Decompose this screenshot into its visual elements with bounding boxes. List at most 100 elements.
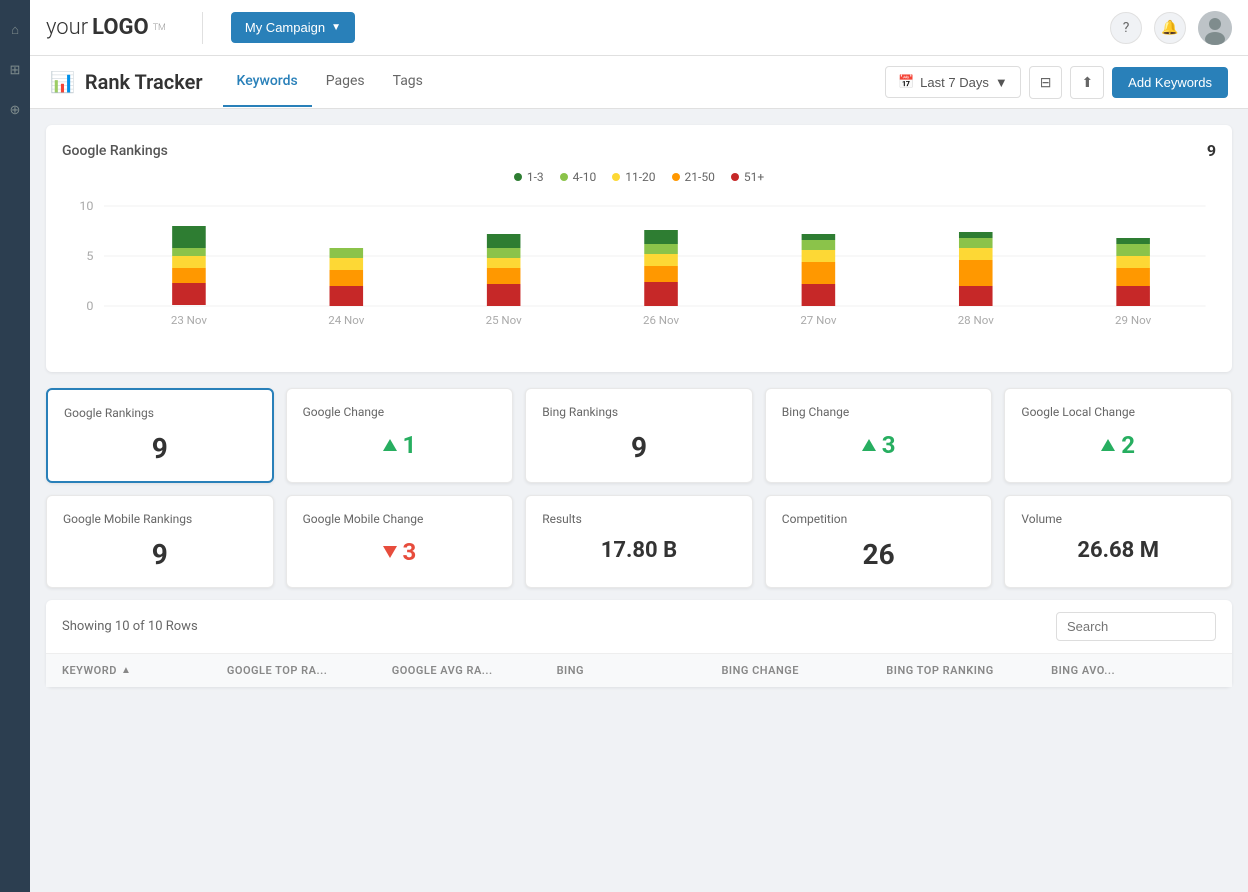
stat-card-google-mobile-change[interactable]: Google Mobile Change 3 bbox=[286, 495, 514, 588]
legend-label-11-20: 11-20 bbox=[625, 170, 655, 184]
col-keyword-label: KEYWORD bbox=[62, 664, 117, 677]
tab-keywords[interactable]: Keywords bbox=[223, 57, 312, 107]
stat-card-google-mobile-rankings[interactable]: Google Mobile Rankings 9 bbox=[46, 495, 274, 588]
logo-bold: LOGO bbox=[92, 15, 149, 40]
inner-content: Google Rankings 9 1-3 4-10 bbox=[30, 109, 1248, 703]
sub-header: 📊 Rank Tracker Keywords Pages Tags 📅 Las… bbox=[30, 56, 1248, 109]
change-value-google-change: 1 bbox=[403, 431, 417, 459]
columns-button[interactable]: ⊟ bbox=[1029, 66, 1063, 99]
bell-icon: 🔔 bbox=[1161, 20, 1178, 36]
stat-label-competition: Competition bbox=[782, 512, 976, 526]
table-columns: KEYWORD ▲ GOOGLE TOP RA... GOOGLE AVG RA… bbox=[46, 653, 1232, 687]
svg-text:23 Nov: 23 Nov bbox=[171, 314, 208, 327]
tab-pages[interactable]: Pages bbox=[312, 57, 379, 107]
stat-card-results[interactable]: Results 17.80 B bbox=[525, 495, 753, 588]
tab-tags[interactable]: Tags bbox=[379, 57, 437, 107]
top-nav: your LOGO TM My Campaign ▼ ? 🔔 bbox=[30, 0, 1248, 56]
legend-51p: 51+ bbox=[731, 170, 764, 184]
logo-tm: TM bbox=[153, 23, 166, 33]
stats-row-2: Google Mobile Rankings 9 Google Mobile C… bbox=[46, 495, 1232, 588]
help-icon[interactable]: ? bbox=[1110, 12, 1142, 44]
arrow-down-icon bbox=[383, 546, 397, 558]
legend-4-10: 4-10 bbox=[560, 170, 597, 184]
change-value-google-local-change: 2 bbox=[1121, 431, 1135, 459]
avatar-image bbox=[1198, 11, 1232, 45]
share-button[interactable]: ⬆ bbox=[1070, 66, 1104, 99]
campaign-dropdown-arrow: ▼ bbox=[331, 22, 341, 33]
content-area: 📊 Rank Tracker Keywords Pages Tags 📅 Las… bbox=[30, 56, 1248, 892]
table-header: Showing 10 of 10 Rows bbox=[46, 600, 1232, 653]
search-icon-bar[interactable]: ⊕ bbox=[0, 90, 30, 130]
stat-value-google-mobile-rankings: 9 bbox=[63, 538, 257, 571]
legend-11-20: 11-20 bbox=[612, 170, 655, 184]
col-google-top-ra[interactable]: GOOGLE TOP RA... bbox=[227, 664, 392, 677]
stat-card-competition[interactable]: Competition 26 bbox=[765, 495, 993, 588]
arrow-up-icon bbox=[383, 439, 397, 451]
svg-text:26 Nov: 26 Nov bbox=[643, 314, 680, 327]
table-row-count: Showing 10 of 10 Rows bbox=[62, 619, 198, 634]
svg-text:10: 10 bbox=[79, 200, 93, 214]
main-area: your LOGO TM My Campaign ▼ ? 🔔 bbox=[30, 0, 1248, 892]
chart-legend: 1-3 4-10 11-20 21-50 bbox=[62, 170, 1216, 184]
stat-value-volume: 26.68 M bbox=[1021, 538, 1215, 563]
legend-label-4-10: 4-10 bbox=[573, 170, 597, 184]
stat-value-bing-change: 3 bbox=[782, 431, 976, 459]
date-filter-label: Last 7 Days bbox=[920, 75, 989, 90]
legend-label-51p: 51+ bbox=[744, 170, 764, 184]
home-icon[interactable]: ⌂ bbox=[0, 10, 30, 50]
arrow-up-icon-bing bbox=[862, 439, 876, 451]
bar-chart-svg: 10 5 0 23 Nov bbox=[62, 196, 1216, 356]
col-bing-change[interactable]: BING CHANGE bbox=[721, 664, 886, 677]
stat-label-google-mobile-change: Google Mobile Change bbox=[303, 512, 497, 526]
stat-label-bing-change: Bing Change bbox=[782, 405, 976, 419]
svg-text:25 Nov: 25 Nov bbox=[486, 314, 523, 327]
sub-header-right: 📅 Last 7 Days ▼ ⊟ ⬆ Add Keywords bbox=[885, 66, 1228, 99]
stat-card-google-local-change[interactable]: Google Local Change 2 bbox=[1004, 388, 1232, 483]
col-bing-top-ranking[interactable]: BING TOP RANKING bbox=[886, 664, 1051, 677]
stat-label-volume: Volume bbox=[1021, 512, 1215, 526]
stat-card-bing-change[interactable]: Bing Change 3 bbox=[765, 388, 993, 483]
legend-dot-4-10 bbox=[560, 173, 568, 181]
avatar[interactable] bbox=[1198, 11, 1232, 45]
chart-count: 9 bbox=[1207, 141, 1216, 160]
svg-text:24 Nov: 24 Nov bbox=[328, 314, 365, 327]
legend-dot-11-20 bbox=[612, 173, 620, 181]
table-card: Showing 10 of 10 Rows KEYWORD ▲ GOOGLE T… bbox=[46, 600, 1232, 687]
campaign-button[interactable]: My Campaign ▼ bbox=[231, 12, 355, 43]
icon-bar: ⌂ ⊞ ⊕ bbox=[0, 0, 30, 892]
col-keyword[interactable]: KEYWORD ▲ bbox=[62, 664, 227, 677]
stat-label-google-change: Google Change bbox=[303, 405, 497, 419]
stat-card-google-change[interactable]: Google Change 1 bbox=[286, 388, 514, 483]
stat-label-google-rankings: Google Rankings bbox=[64, 406, 256, 420]
notification-icon[interactable]: 🔔 bbox=[1154, 12, 1186, 44]
date-filter-button[interactable]: 📅 Last 7 Days ▼ bbox=[885, 66, 1021, 98]
stat-card-volume[interactable]: Volume 26.68 M bbox=[1004, 495, 1232, 588]
svg-text:27 Nov: 27 Nov bbox=[800, 314, 837, 327]
legend-21-50: 21-50 bbox=[672, 170, 715, 184]
stat-value-competition: 26 bbox=[782, 538, 976, 571]
table-search-input[interactable] bbox=[1056, 612, 1216, 641]
page-title: Rank Tracker bbox=[85, 70, 203, 94]
stat-value-google-change: 1 bbox=[303, 431, 497, 459]
logo: your LOGO TM bbox=[46, 15, 166, 40]
calendar-icon: 📅 bbox=[898, 74, 914, 90]
legend-dot-1-3 bbox=[514, 173, 522, 181]
col-bing[interactable]: BING bbox=[557, 664, 722, 677]
stat-label-google-mobile-rankings: Google Mobile Rankings bbox=[63, 512, 257, 526]
rank-tracker-icon: 📊 bbox=[50, 70, 75, 94]
grid-icon[interactable]: ⊞ bbox=[0, 50, 30, 90]
logo-your: your bbox=[46, 15, 88, 40]
legend-dot-51p bbox=[731, 173, 739, 181]
change-value-google-mobile-change: 3 bbox=[403, 538, 417, 566]
legend-label-21-50: 21-50 bbox=[685, 170, 715, 184]
col-bing-avo[interactable]: BING AVO... bbox=[1051, 664, 1216, 677]
stat-card-bing-rankings[interactable]: Bing Rankings 9 bbox=[525, 388, 753, 483]
legend-1-3: 1-3 bbox=[514, 170, 544, 184]
legend-label-1-3: 1-3 bbox=[527, 170, 544, 184]
col-google-avg-ra[interactable]: GOOGLE AVG RA... bbox=[392, 664, 557, 677]
stat-card-google-rankings[interactable]: Google Rankings 9 bbox=[46, 388, 274, 483]
stat-value-results: 17.80 B bbox=[542, 538, 736, 563]
add-keywords-button[interactable]: Add Keywords bbox=[1112, 67, 1228, 98]
stat-value-google-local-change: 2 bbox=[1021, 431, 1215, 459]
stat-value-google-rankings: 9 bbox=[64, 432, 256, 465]
